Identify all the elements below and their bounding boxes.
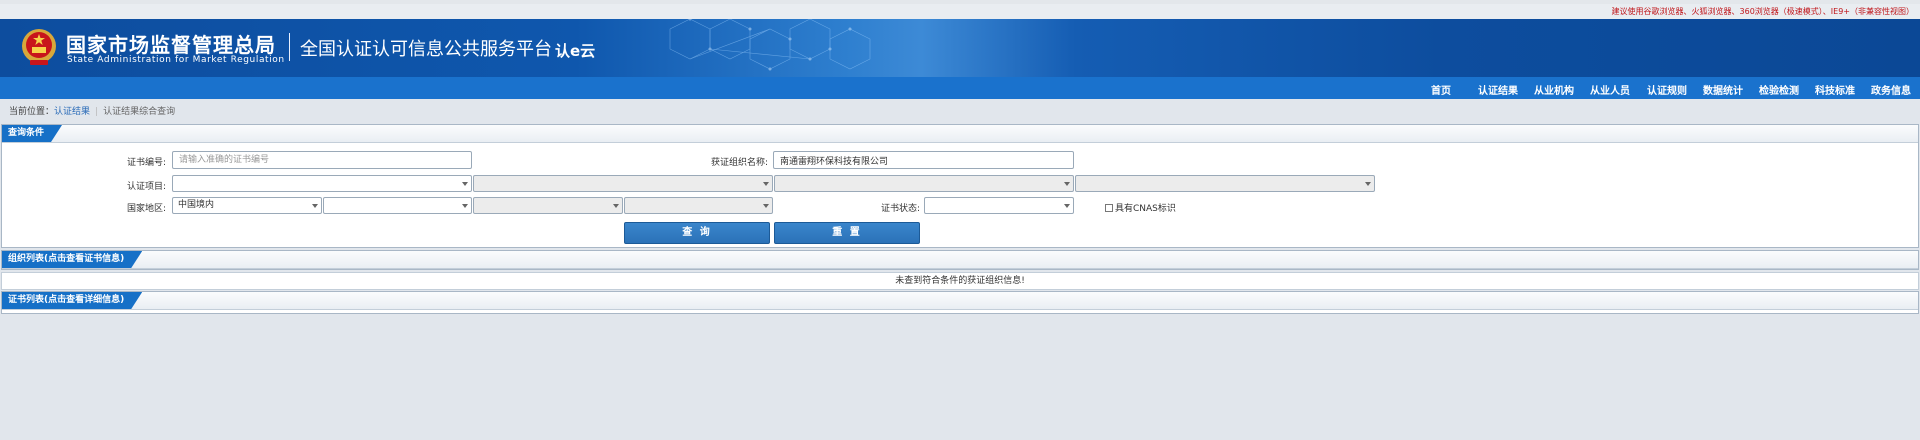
project-select-4[interactable]: [1075, 175, 1375, 192]
checkbox-icon[interactable]: [1105, 203, 1113, 212]
region-select-district[interactable]: [624, 197, 773, 214]
cert-list-panel: 证书列表(点击查看详细信息): [1, 291, 1919, 314]
search-button[interactable]: 查 询: [624, 222, 770, 244]
chevron-down-icon: [462, 182, 468, 186]
nav-item-cert-results[interactable]: 认证结果: [1478, 82, 1518, 97]
header-divider: [289, 33, 290, 61]
cnas-checkbox-label: 具有CNAS标识: [1115, 204, 1176, 214]
cert-status-label: 证书状态:: [880, 204, 920, 214]
cert-list-title: 证书列表(点击查看详细信息): [2, 292, 142, 309]
cert-no-input[interactable]: [172, 151, 472, 169]
cert-list-header: 证书列表(点击查看详细信息): [2, 292, 1918, 310]
org-name-input[interactable]: [773, 151, 1074, 169]
cert-status-select[interactable]: [924, 197, 1074, 214]
breadcrumb-link[interactable]: 认证结果: [54, 107, 90, 117]
cnas-checkbox[interactable]: 具有CNAS标识: [1105, 201, 1176, 214]
header-banner: 国家市场监督管理总局 State Administration for Mark…: [0, 19, 1920, 77]
chevron-down-icon: [312, 204, 318, 208]
query-panel-header: 查询条件: [2, 125, 1918, 143]
chevron-down-icon: [1064, 182, 1070, 186]
region-select-value: 中国境内: [178, 200, 215, 210]
logo-text: 认e云: [555, 42, 595, 60]
cert-no-label: 证书编号:: [126, 158, 166, 168]
breadcrumb-separator: |: [95, 107, 99, 117]
renyun-logo-icon: 认e云: [555, 42, 595, 60]
project-select-3[interactable]: [774, 175, 1074, 192]
chevron-down-icon: [462, 204, 468, 208]
main-nav: 首页 认证结果 从业机构 从业人员 认证规则 数据统计 检验检测 科技标准 政务…: [0, 77, 1920, 99]
query-panel: 查询条件 证书编号: 获证组织名称: 认证项目: 国家地区: 中国境内 证书状态…: [1, 124, 1919, 248]
project-label: 认证项目:: [126, 182, 166, 192]
org-list-title: 组织列表(点击查看证书信息): [2, 251, 142, 268]
chevron-down-icon: [1365, 182, 1371, 186]
breadcrumb-prefix: 当前位置：: [9, 107, 55, 117]
nav-item-statistics[interactable]: 数据统计: [1703, 82, 1743, 97]
chevron-down-icon: [613, 204, 619, 208]
org-name-en: State Administration for Market Regulati…: [67, 55, 285, 65]
project-select-1[interactable]: [172, 175, 472, 192]
region-select-country[interactable]: 中国境内: [172, 197, 322, 214]
nav-item-cert-rules[interactable]: 认证规则: [1647, 82, 1687, 97]
org-name-cn: 国家市场监督管理总局: [66, 33, 276, 57]
chevron-down-icon: [1064, 204, 1070, 208]
browser-notice: 建议使用谷歌浏览器、火狐浏览器、360浏览器（极速模式）、IE9+（非兼容性视图…: [1611, 7, 1914, 16]
region-select-province[interactable]: [323, 197, 472, 214]
breadcrumb: 当前位置：认证结果 | 认证结果综合查询: [9, 104, 175, 117]
nav-item-standards[interactable]: 科技标准: [1815, 82, 1855, 97]
region-select-city[interactable]: [473, 197, 623, 214]
chevron-down-icon: [763, 182, 769, 186]
nav-item-home[interactable]: 首页: [1431, 82, 1451, 97]
query-panel-title: 查询条件: [2, 125, 62, 142]
platform-title: 全国认证认可信息公共服务平台: [300, 39, 552, 60]
top-notice-bar: 建议使用谷歌浏览器、火狐浏览器、360浏览器（极速模式）、IE9+（非兼容性视图…: [0, 0, 1920, 19]
project-select-2[interactable]: [473, 175, 773, 192]
org-list-panel: 组织列表(点击查看证书信息): [1, 250, 1919, 270]
reset-button[interactable]: 重 置: [774, 222, 920, 244]
national-emblem-icon: [22, 29, 56, 65]
org-list-empty-message: 未查到符合条件的获证组织信息!: [1, 272, 1919, 290]
nav-item-gov-info[interactable]: 政务信息: [1871, 82, 1911, 97]
region-label: 国家地区:: [126, 204, 166, 214]
nav-item-inspection[interactable]: 检验检测: [1759, 82, 1799, 97]
breadcrumb-current: 认证结果综合查询: [103, 107, 176, 117]
nav-item-institutions[interactable]: 从业机构: [1534, 82, 1574, 97]
chevron-down-icon: [763, 204, 769, 208]
org-list-header: 组织列表(点击查看证书信息): [2, 251, 1918, 269]
network-pattern-icon: [669, 19, 871, 71]
nav-item-personnel[interactable]: 从业人员: [1590, 82, 1630, 97]
org-name-label: 获证组织名称:: [710, 158, 768, 168]
